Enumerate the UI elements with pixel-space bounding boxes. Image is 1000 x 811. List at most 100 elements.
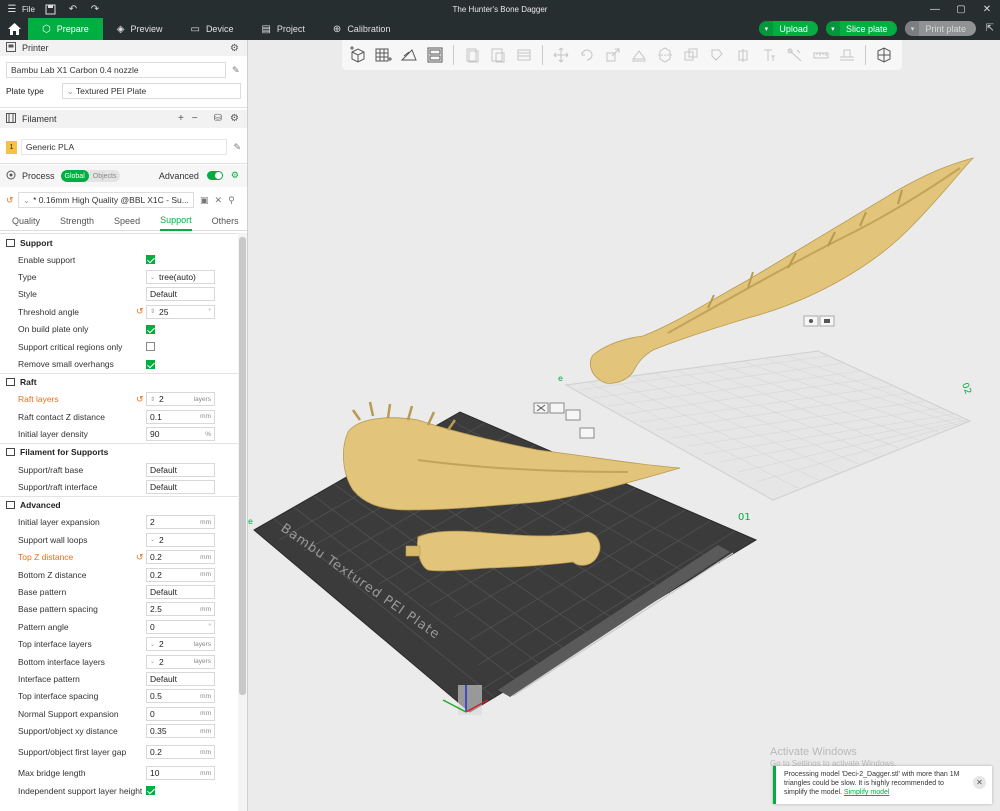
spinner-arrows-icon[interactable]: ⇕ [150,396,155,403]
scrollbar-thumb[interactable] [239,237,246,695]
setting-input[interactable]: 0 mm [146,706,215,721]
undo-icon[interactable]: ↶ [67,3,79,15]
tab-preview[interactable]: ◈ Preview [103,18,177,40]
tab-others[interactable]: Others [212,212,239,230]
setting-input[interactable]: 10 mm [146,766,215,781]
setting-input[interactable]: Default [146,479,215,494]
setting-label: Style [18,289,37,300]
gear-icon[interactable]: ⚙ [230,43,239,54]
setting-input[interactable]: Default [146,462,215,477]
setting-input[interactable]: 0 ° [146,619,215,634]
upload-button[interactable]: ▾ Upload [759,21,818,36]
gear-icon[interactable]: ⚙ [230,113,239,124]
tab-prepare[interactable]: ⬡ Prepare [28,18,103,40]
tab-speed[interactable]: Speed [114,212,140,230]
setting-checkbox[interactable] [146,786,155,796]
add-icon[interactable]: + [178,113,184,124]
tab-quality[interactable]: Quality [12,212,40,230]
close-icon[interactable]: ✕ [974,0,1000,18]
close-icon[interactable]: ✕ [973,776,986,789]
setting-spinner[interactable]: ⇕ 25 ° [146,304,215,319]
save-icon[interactable] [45,3,57,15]
setting-input[interactable]: 0.35 mm [146,724,215,739]
simplify-model-link[interactable]: Simplify model [844,789,890,796]
notification-toast: Processing model 'Deci-2_Dagger.stl' wit… [773,766,992,804]
global-objects-toggle[interactable]: Global Objects [60,170,121,182]
tab-project[interactable]: ▤ Project [247,18,318,40]
reset-icon[interactable]: ↺ [6,195,18,206]
spinner-arrows-icon[interactable]: ⇕ [150,308,155,315]
maximize-icon[interactable]: ▢ [948,0,974,18]
setting-input[interactable]: 0.2 mm [146,745,215,760]
setting-input[interactable]: 2 mm [146,515,215,530]
3d-viewport[interactable]: e 02 Bambu Textured PEI Plate e 01 [248,40,1000,811]
setting-input[interactable]: Default [146,671,215,686]
plate-1-icons[interactable] [533,402,595,439]
tab-support[interactable]: Support [160,211,192,231]
minimize-icon[interactable]: — [922,0,948,18]
chevron-down-icon[interactable]: ▾ [825,21,840,36]
setting-input[interactable]: 0.2 mm [146,550,215,565]
reset-icon[interactable]: ↺ [136,394,144,405]
global-option[interactable]: Global [60,170,89,182]
advanced-toggle[interactable] [206,171,223,180]
setting-combo[interactable]: ⌄ 2 layers [146,654,215,669]
setting-input[interactable]: 90% [146,427,215,442]
setting-input[interactable]: 0.5 mm [146,689,215,704]
chevron-down-icon[interactable]: ▾ [905,21,920,36]
file-menu[interactable]: ☰ File [6,3,35,15]
redo-icon[interactable]: ↷ [89,3,101,15]
settings-list: Support Enable support Type ⌄ tree(auto) Styl… [0,233,238,811]
sync-icon[interactable]: ⛁ [214,113,222,124]
setting-spinner[interactable]: ⇕ 2 layers [146,392,215,407]
tab-label: Prepare [56,24,89,34]
print-plate-button[interactable]: ▾ Print plate [905,21,976,36]
filament-color-swatch[interactable]: 1 [6,140,17,154]
tab-calibration[interactable]: ⊕ Calibration [319,18,404,40]
home-icon[interactable] [0,18,28,40]
dagger-model-blade-2[interactable] [589,157,975,384]
settings-scrollbar[interactable] [238,233,247,811]
setting-value: 25 [159,306,169,317]
save-preset-icon[interactable]: ▣ [200,195,209,206]
project-icon: ▤ [261,23,271,35]
setting-checkbox[interactable] [146,255,155,265]
setting-row: Enable support [0,251,238,268]
setting-checkbox[interactable] [146,342,155,352]
plate-type-select[interactable]: ⌄ Textured PEI Plate [61,83,241,99]
edit-icon[interactable]: ✎ [233,142,241,153]
setting-combo[interactable]: ⌄ 2 [146,532,215,547]
process-preset-select[interactable]: ⌄ * 0.16mm High Quality @BBL X1C - Su... [18,192,194,208]
plate-2-icons[interactable] [803,315,835,327]
setting-row: Raft layers ↺ ⇕ 2 layers [0,391,238,408]
reset-icon[interactable]: ↺ [136,306,144,317]
setting-input[interactable]: Default [146,287,215,302]
compare-icon[interactable]: ⚙ [231,170,239,181]
setting-combo[interactable]: ⌄ tree(auto) [146,270,215,285]
setting-input[interactable]: 2.5 mm [146,602,215,617]
slice-plate-button[interactable]: ▾ Slice plate [825,21,898,36]
filament-select[interactable]: Generic PLA [20,139,228,155]
setting-combo[interactable]: ⌄ 2 layers [146,637,215,652]
setting-input[interactable]: 0.2 mm [146,567,215,582]
setting-input[interactable]: Default [146,584,215,599]
edit-icon[interactable]: ✎ [232,65,240,76]
plate-type-value: Textured PEI Plate [75,86,147,96]
reset-icon[interactable]: ↺ [136,552,144,563]
chevron-down-icon[interactable]: ▾ [759,21,774,36]
objects-option[interactable]: Objects [89,170,121,182]
collapse-icon[interactable]: ⇱ [986,23,994,34]
printer-select[interactable]: Bambu Lab X1 Carbon 0.4 nozzle [6,62,226,78]
setting-checkbox[interactable] [146,324,155,334]
close-icon[interactable]: ✕ [215,195,223,206]
setting-label: Top interface layers [18,639,92,650]
tab-device[interactable]: ▭ Device [176,18,247,40]
chevron-down-icon: ⌄ [66,85,74,96]
setting-input[interactable]: 0.1 mm [146,409,215,424]
setting-checkbox[interactable] [146,359,155,369]
setting-row: Support/object xy distance 0.35 mm [0,722,238,739]
remove-icon[interactable]: − [192,113,198,124]
setting-unit: mm [200,518,211,526]
search-icon[interactable]: ⚲ [228,195,235,206]
tab-strength[interactable]: Strength [60,212,94,230]
